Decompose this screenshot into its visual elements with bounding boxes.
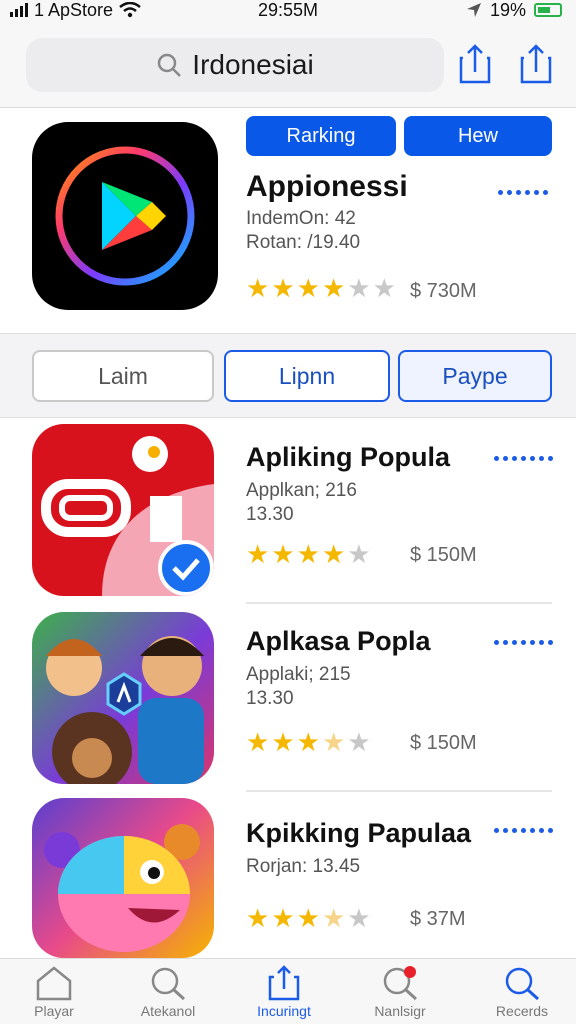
star-icon: ★ xyxy=(321,273,346,303)
location-arrow-icon xyxy=(466,3,481,17)
list-item[interactable]: Aplkasa Popla Applaki; 215 13.30 ★ ★ ★ ★… xyxy=(0,608,576,794)
ranking-button[interactable]: Rarking xyxy=(246,116,396,156)
upload-icon xyxy=(520,44,552,84)
search-query: Irdonesiai xyxy=(192,49,314,80)
star-icon: ★ xyxy=(296,727,320,757)
new-button[interactable]: Hew xyxy=(404,116,552,156)
star-icon: ★ xyxy=(246,903,270,933)
share-icon xyxy=(459,44,491,84)
search-icon xyxy=(505,967,540,1001)
star-icon: ★ xyxy=(246,273,270,303)
list-item[interactable]: Apliking Popula Applkan; 216 13.30 ★ ★ ★… xyxy=(0,420,576,606)
app-subtitle: Rorjan: 13.45 xyxy=(246,856,361,877)
search-header: Irdonesiai xyxy=(0,24,576,108)
rating-stars: ★ ★ ★ ★ ★ ★ xyxy=(246,274,396,302)
tab-playar[interactable]: Playar xyxy=(4,965,104,1024)
featured-title: Appionessi xyxy=(246,170,408,203)
segment-lipnn[interactable]: Lipnn xyxy=(224,350,390,402)
status-right: 19% xyxy=(466,0,562,20)
featured-price: $ 730M xyxy=(410,280,477,302)
tab-label: Atekanol xyxy=(140,1003,196,1019)
star-icon: ★ xyxy=(271,273,295,303)
tab-label: Recerds xyxy=(495,1003,549,1019)
list-item[interactable]: Kpikking Papulaa Rorjan: 13.45 ★ ★ ★ ★ ★… xyxy=(0,796,576,982)
tab-bar: Playar Atekanol Incuringt Nanlsigr Recer… xyxy=(0,958,576,1024)
battery-icon xyxy=(534,3,562,17)
app-icon xyxy=(32,798,214,958)
segment-laim[interactable]: Laim xyxy=(32,350,214,402)
app-price: $ 150M xyxy=(410,732,477,754)
app-price: $ 150M xyxy=(410,544,477,566)
status-bar: 1 ApStore 29:55M 19% xyxy=(0,0,576,24)
rating-stars: ★ ★ ★ ★ ★ xyxy=(246,904,371,932)
star-icon: ★ xyxy=(271,903,295,933)
app-title: Apliking Popula xyxy=(246,442,451,472)
tab-atekanol[interactable]: Atekanol xyxy=(118,965,218,1024)
more-options-icon[interactable] xyxy=(498,190,548,195)
search-icon xyxy=(158,53,182,77)
upload-button[interactable] xyxy=(516,42,556,86)
app-subtitle-2: 13.30 xyxy=(246,688,294,709)
share-icon xyxy=(268,965,300,1001)
play-logo-icon xyxy=(55,146,195,286)
search-icon xyxy=(151,967,186,1001)
star-icon: ★ xyxy=(321,903,346,933)
star-icon: ★ xyxy=(271,539,295,569)
star-icon: ★ xyxy=(347,539,371,569)
battery-percent: 19% xyxy=(489,0,526,20)
segment-payre[interactable]: Payре xyxy=(398,350,552,402)
featured-line2: Rotan: /19.40 xyxy=(246,232,361,253)
divider xyxy=(246,602,552,604)
star-icon: ★ xyxy=(372,273,396,303)
app-subtitle: Applkan; 216 xyxy=(246,480,357,501)
star-icon: ★ xyxy=(347,273,371,303)
app-subtitle-2: 13.30 xyxy=(246,504,294,525)
star-icon: ★ xyxy=(321,539,346,569)
search-notification-icon xyxy=(383,966,418,1001)
rating-stars: ★ ★ ★ ★ ★ xyxy=(246,728,371,756)
star-icon: ★ xyxy=(271,727,295,757)
search-input[interactable]: Irdonesiai xyxy=(26,38,444,92)
star-icon: ★ xyxy=(347,727,371,757)
app-price: $ 37M xyxy=(410,908,466,930)
more-options-icon[interactable] xyxy=(494,828,553,833)
segment-control: Laim Lipnn Payре xyxy=(0,334,576,418)
featured-app: Rarking Hew Appionessi IndemOn: 42 Rotan… xyxy=(0,108,576,334)
share-button[interactable] xyxy=(455,42,495,86)
tab-label: Playar xyxy=(34,1003,74,1019)
star-icon: ★ xyxy=(246,539,270,569)
app-icon xyxy=(32,612,214,784)
app-subtitle: Applaki; 215 xyxy=(246,664,351,685)
tab-label: Incuringt xyxy=(257,1003,311,1019)
app-icon xyxy=(32,424,214,596)
star-icon: ★ xyxy=(296,539,320,569)
tab-label: Nanlsigr xyxy=(374,1003,426,1019)
home-icon xyxy=(36,966,72,1001)
rating-stars: ★ ★ ★ ★ ★ xyxy=(246,540,371,568)
divider xyxy=(246,790,552,792)
tab-incuringt[interactable]: Incuringt xyxy=(234,965,334,1024)
tab-recerds[interactable]: Recerds xyxy=(472,965,572,1024)
play-store-icon[interactable] xyxy=(32,122,218,310)
tab-nanlsigr[interactable]: Nanlsigr xyxy=(350,965,450,1024)
star-icon: ★ xyxy=(246,727,270,757)
app-title: Kpikking Papulaa xyxy=(246,818,472,848)
star-icon: ★ xyxy=(296,903,320,933)
more-options-icon[interactable] xyxy=(494,640,553,645)
star-icon: ★ xyxy=(347,903,371,933)
more-options-icon[interactable] xyxy=(494,456,553,461)
star-icon: ★ xyxy=(321,727,346,757)
star-icon: ★ xyxy=(296,273,320,303)
featured-line1: IndemOn: 42 xyxy=(246,208,356,229)
app-title: Aplkasa Popla xyxy=(246,626,431,656)
